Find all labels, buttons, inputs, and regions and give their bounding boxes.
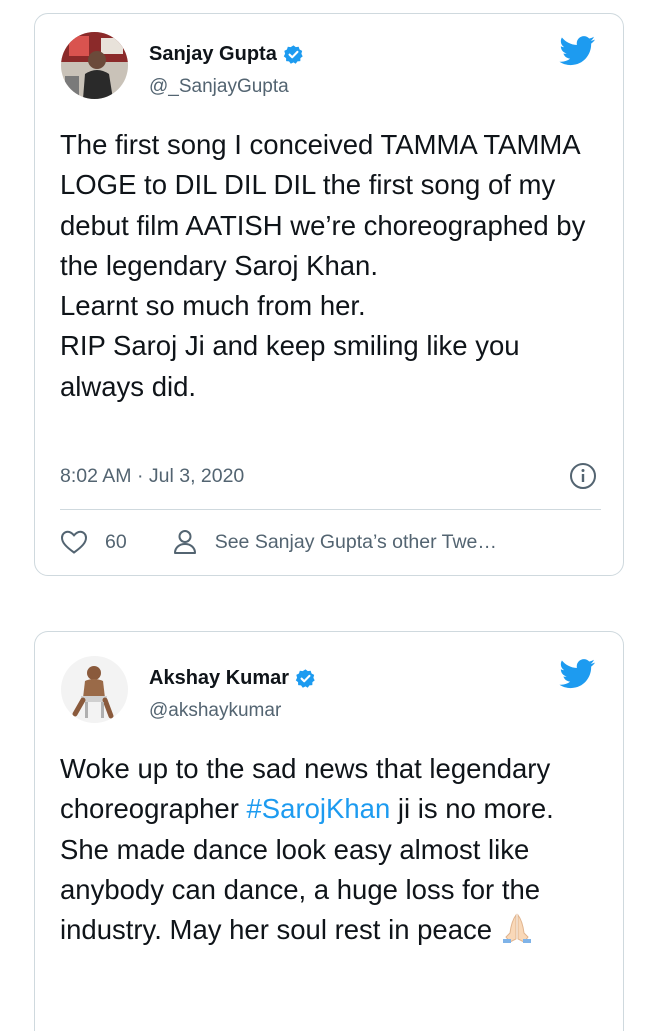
verified-badge-icon [295, 668, 316, 689]
author-name[interactable]: Akshay Kumar [149, 667, 289, 690]
person-icon[interactable] [173, 529, 197, 555]
tweet-card[interactable]: Akshay Kumar @akshaykumar Woke up to the… [34, 631, 624, 1031]
twitter-bird-icon[interactable] [559, 36, 596, 66]
like-count[interactable]: 60 [105, 531, 127, 554]
verified-badge-icon [283, 44, 304, 65]
tweet-card[interactable]: Sanjay Gupta @_SanjayGupta The first son… [34, 13, 624, 576]
twitter-bird-icon[interactable] [559, 659, 596, 689]
info-icon[interactable] [569, 462, 597, 490]
heart-icon[interactable] [60, 529, 88, 555]
avatar[interactable] [61, 32, 128, 99]
tweet-text: Woke up to the sad news that legendary c… [60, 749, 603, 954]
folded-hands-emoji [500, 913, 534, 954]
author-handle[interactable]: @_SanjayGupta [149, 76, 289, 98]
hashtag-link[interactable]: #SarojKhan [247, 793, 391, 824]
see-other-tweets-link[interactable]: See Sanjay Gupta’s other Twe… [215, 531, 497, 554]
author-handle[interactable]: @akshaykumar [149, 700, 281, 722]
avatar[interactable] [61, 656, 128, 723]
tweet-timestamp[interactable]: 8:02 AM · Jul 3, 2020 [60, 465, 244, 488]
author-name[interactable]: Sanjay Gupta [149, 43, 277, 66]
tweet-text: The first song I conceived TAMMA TAMMA L… [60, 129, 586, 402]
divider [60, 509, 601, 510]
